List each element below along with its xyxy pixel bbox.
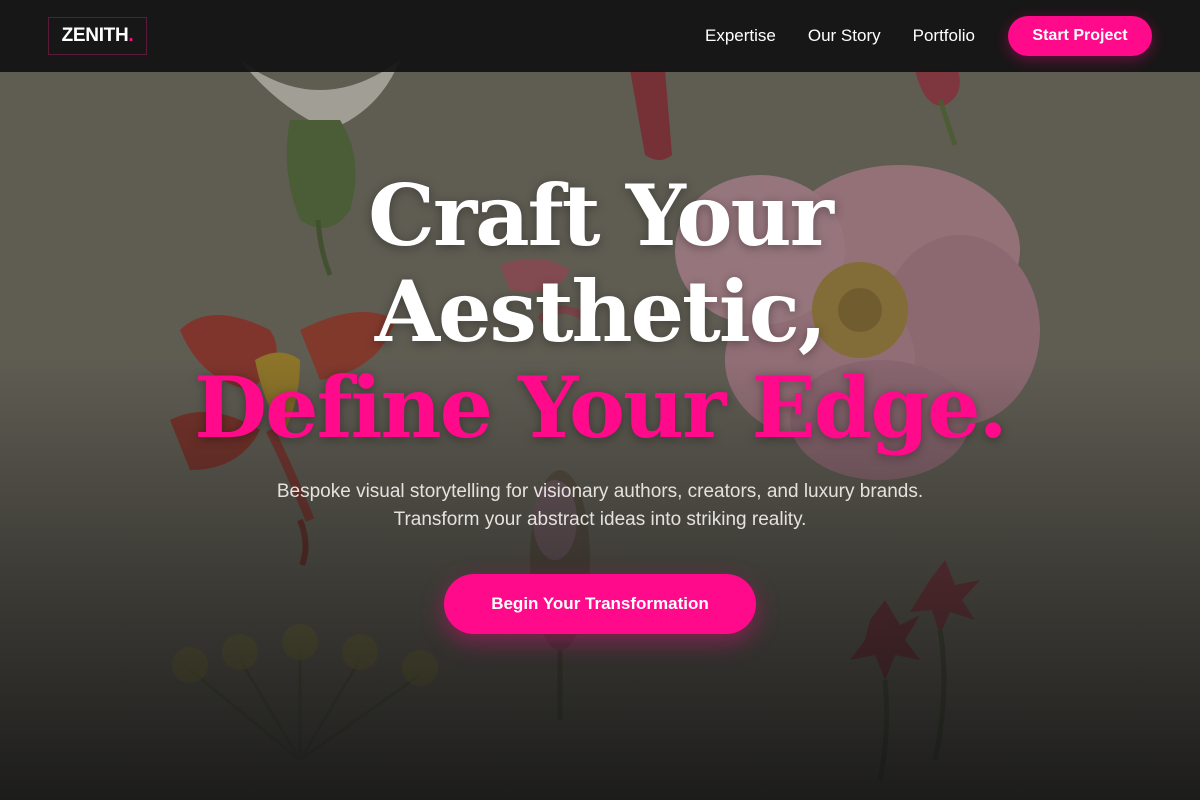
begin-transformation-button[interactable]: Begin Your Transformation	[444, 574, 756, 634]
headline-accent: Define Your Edge.	[194, 358, 1008, 457]
hero-subtext: Bespoke visual storytelling for visionar…	[276, 481, 924, 530]
headline-line-1: Craft Your	[368, 166, 834, 265]
headline-line-2: Aesthetic,	[374, 262, 827, 361]
brand-name: ZENITH	[61, 25, 129, 46]
navbar: ZENITH. Expertise Our Story Portfolio St…	[0, 0, 1200, 72]
main-nav: Expertise Our Story Portfolio Start Proj…	[705, 16, 1152, 56]
nav-link-our-story[interactable]: Our Story	[808, 26, 881, 46]
nav-link-expertise[interactable]: Expertise	[705, 26, 776, 46]
hero-headline: Craft Your Aesthetic, Define Your Edge.	[0, 168, 1200, 456]
nav-link-portfolio[interactable]: Portfolio	[913, 26, 975, 46]
brand-logo[interactable]: ZENITH.	[48, 17, 147, 55]
hero-content: Craft Your Aesthetic, Define Your Edge. …	[0, 168, 1200, 634]
brand-dot: .	[128, 25, 134, 46]
start-project-button[interactable]: Start Project	[1008, 16, 1152, 56]
